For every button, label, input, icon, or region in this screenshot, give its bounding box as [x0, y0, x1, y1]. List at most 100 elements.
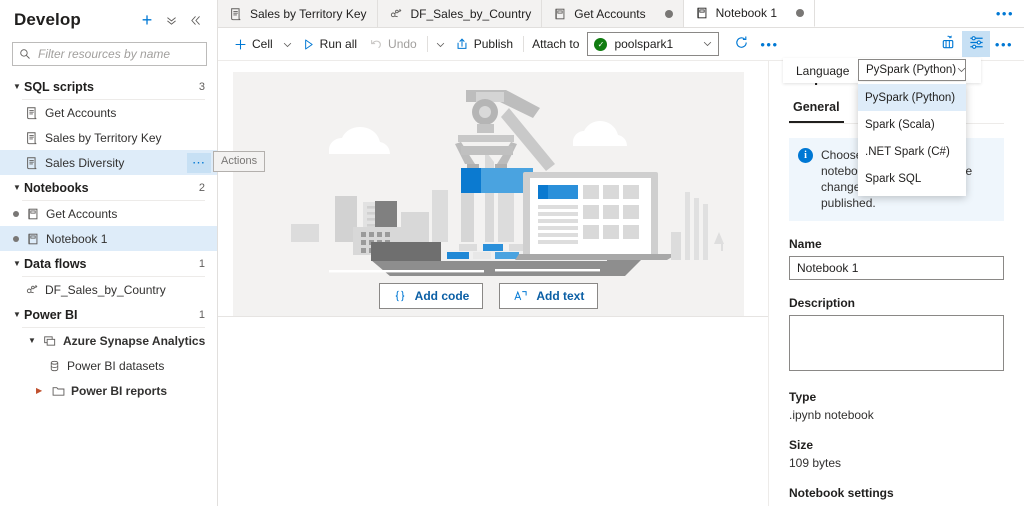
filter-box[interactable]: [12, 42, 207, 66]
filter-container: [0, 40, 217, 66]
filter-input[interactable]: [36, 46, 200, 62]
info-icon: i: [798, 148, 813, 163]
ellipsis-icon: •••: [994, 36, 1014, 52]
plus-icon: +: [141, 10, 153, 30]
tree-item-sales-by-territory-key[interactable]: Sales by Territory Key: [0, 125, 217, 150]
tab-df-sales-by-country[interactable]: DF_Sales_by_Country: [377, 0, 543, 27]
tab-sales-by-territory-key[interactable]: Sales by Territory Key: [218, 0, 378, 27]
expander-down-icon: ▼: [28, 336, 36, 345]
chevron-down-icon: [956, 64, 967, 77]
notebook-settings-button[interactable]: [962, 31, 990, 57]
add-cell-dropdown-button[interactable]: [279, 31, 296, 57]
tree-item-label: Get Accounts: [45, 105, 117, 120]
spark-pool-name: poolspark1: [614, 37, 674, 51]
text-markdown-icon: [513, 289, 528, 303]
tab-strip-filler: •••: [815, 0, 1024, 27]
expander-down-icon: ▼: [13, 82, 21, 91]
dataflow-icon: [389, 7, 404, 21]
tree-item-label: Notebook 1: [46, 231, 108, 246]
dataset-icon: [44, 359, 64, 373]
run-all-button[interactable]: Run all: [296, 31, 363, 57]
tab-notebook-1[interactable]: Notebook 1: [683, 0, 815, 27]
tree-item-label: Power BI datasets: [67, 358, 165, 373]
tab-overflow-menu-button[interactable]: •••: [996, 6, 1014, 21]
notebook-toolbar: Cell Run all Undo Publish Attach to ✓ po…: [218, 28, 1024, 61]
notebook-description-textarea[interactable]: [789, 315, 1004, 371]
tree-item-df-sales-by-country[interactable]: DF_Sales_by_Country: [0, 277, 217, 302]
notebook-name-input[interactable]: [789, 256, 1004, 280]
add-text-label: Add text: [536, 289, 585, 303]
actions-tooltip: Actions: [213, 151, 266, 172]
tree-item-label: DF_Sales_by_Country: [45, 282, 166, 297]
collapse-all-button[interactable]: [159, 8, 183, 32]
tree-group-sql-scripts[interactable]: ▼ SQL scripts 3: [0, 74, 217, 99]
tree-item-actions-button[interactable]: ⋯: [187, 152, 211, 173]
add-new-resource-button[interactable]: +: [135, 8, 159, 32]
synapse-empty-illustration: [291, 90, 724, 283]
attach-to-label: Attach to: [532, 37, 580, 51]
ellipsis-icon: •••: [760, 36, 779, 52]
tree-group-notebooks[interactable]: ▼ Notebooks 2: [0, 175, 217, 200]
spark-pool-select[interactable]: ✓ poolspark1: [587, 32, 720, 56]
tab-label: Notebook 1: [715, 6, 777, 20]
divider: [523, 36, 525, 52]
tree-item-get-accounts-notebook[interactable]: Get Accounts: [0, 201, 217, 226]
group-label: Data flows: [24, 256, 87, 271]
tab-label: Get Accounts: [574, 6, 646, 21]
tree-group-power-bi[interactable]: ▼ Power BI 1: [0, 302, 217, 327]
tree-item-notebook-1[interactable]: Notebook 1: [0, 226, 217, 251]
notebook-icon: [23, 232, 43, 246]
size-value: 109 bytes: [789, 456, 842, 470]
tree-item-get-accounts-sql[interactable]: Get Accounts: [0, 100, 217, 125]
tab-general[interactable]: General: [789, 100, 844, 123]
type-label: Type: [789, 390, 817, 404]
publish-button[interactable]: Publish: [449, 31, 519, 57]
collapse-panel-button[interactable]: [183, 8, 207, 32]
add-cell-button[interactable]: Cell: [228, 31, 279, 57]
expander-down-icon: ▼: [13, 183, 21, 192]
unsaved-dot-icon: [10, 235, 22, 242]
code-braces-icon: [393, 289, 407, 303]
language-option-spark-sql[interactable]: Spark SQL: [858, 165, 966, 192]
add-text-button[interactable]: Add text: [499, 283, 599, 309]
panel-overflow-button[interactable]: •••: [990, 31, 1018, 57]
group-count: 2: [198, 181, 205, 194]
tab-get-accounts[interactable]: Get Accounts: [542, 0, 684, 27]
undo-button[interactable]: Undo: [363, 31, 423, 57]
size-label: Size: [789, 438, 814, 452]
tab-label: DF_Sales_by_Country: [410, 6, 532, 21]
divider: [426, 36, 428, 52]
description-label: Description: [789, 296, 856, 310]
add-code-button[interactable]: Add code: [378, 283, 484, 309]
language-option-pyspark-python[interactable]: PySpark (Python): [858, 84, 966, 111]
tree-item-power-bi-reports[interactable]: ▶ Power BI reports: [0, 378, 217, 403]
add-code-label: Add code: [414, 289, 470, 303]
publish-label: Publish: [473, 37, 514, 51]
double-chevron-left-icon: [190, 15, 200, 25]
chevron-down-icon: [702, 38, 713, 51]
group-label: SQL scripts: [24, 79, 94, 94]
language-option-spark-scala[interactable]: Spark (Scala): [858, 111, 966, 138]
tree-item-label: Get Accounts: [46, 206, 118, 221]
plus-icon: [234, 38, 247, 51]
undo-dropdown-button[interactable]: [432, 31, 449, 57]
toolbar-overflow-button[interactable]: •••: [755, 31, 783, 57]
variables-button[interactable]: [934, 31, 962, 57]
tree-item-label: Sales by Territory Key: [45, 130, 162, 145]
editor-tab-strip: Sales by Territory Key DF_Sales_by_Count…: [218, 0, 1024, 28]
tree-group-data-flows[interactable]: ▼ Data flows 1: [0, 251, 217, 276]
language-select[interactable]: PySpark (Python): [858, 59, 966, 81]
develop-sidebar: Develop + Filter resources by name ▼ SQL…: [0, 0, 218, 506]
tab-label: Sales by Territory Key: [250, 6, 367, 21]
tree-item-power-bi-datasets[interactable]: Power BI datasets: [0, 353, 217, 378]
refresh-button[interactable]: [727, 31, 755, 57]
tree-item-azure-synapse-analytics[interactable]: ▼ Azure Synapse Analytics: [0, 328, 217, 353]
run-all-label: Run all: [319, 37, 358, 51]
tree-item-sales-diversity[interactable]: Sales Diversity ⋯: [0, 150, 217, 175]
notebook-canvas: Add code Add text: [218, 61, 768, 506]
resource-tree: ▼ SQL scripts 3 Get Accounts Sales by Te…: [0, 74, 217, 403]
language-option-dotnet-spark-csharp[interactable]: .NET Spark (C#): [858, 138, 966, 165]
divider: [218, 316, 768, 317]
page-title: Develop: [14, 10, 81, 29]
undo-label: Undo: [388, 37, 417, 51]
